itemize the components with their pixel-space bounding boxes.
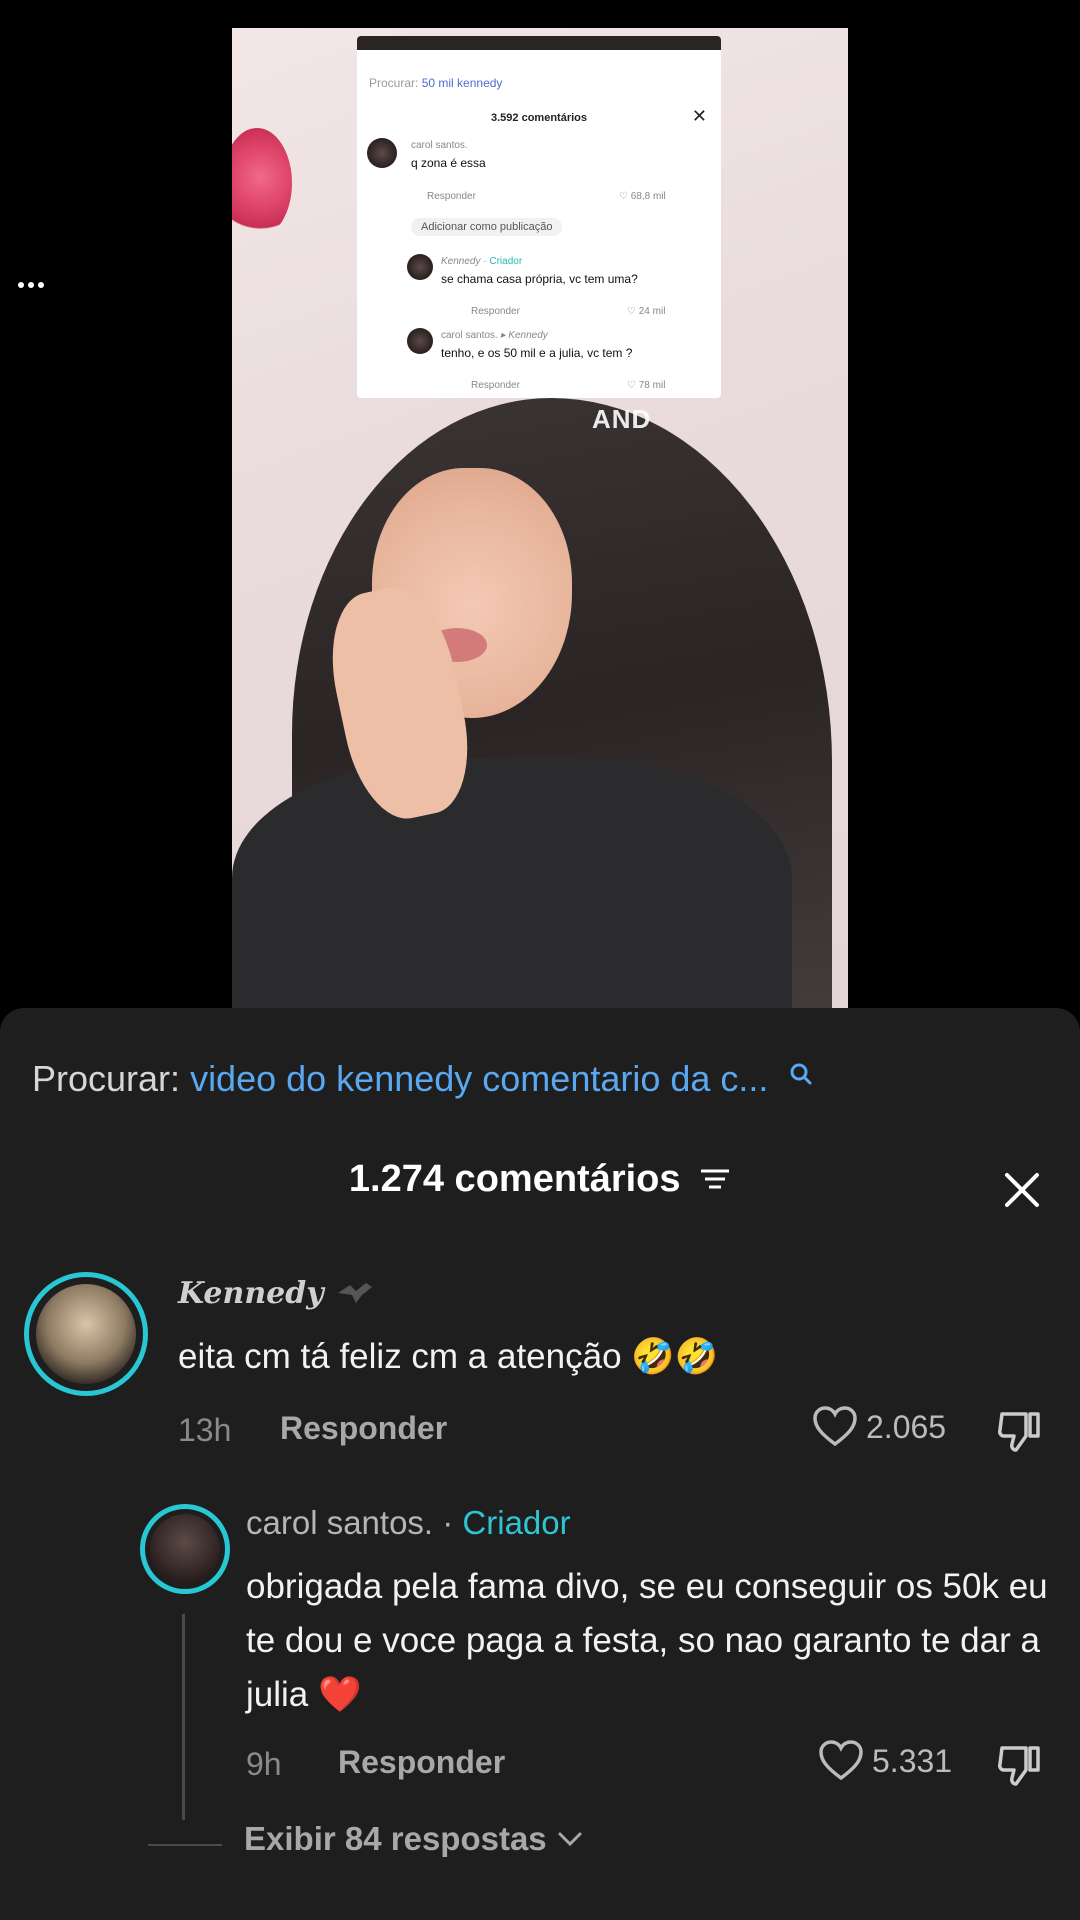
like-count: 5.331 <box>872 1742 953 1779</box>
embedded-comment-screenshot: Procurar: 50 mil kennedy 3.592 comentári… <box>357 36 721 398</box>
thread-line <box>182 1614 185 1820</box>
heart-icon <box>819 1740 863 1781</box>
embedded-avatar <box>407 254 433 280</box>
comment-author[interactable]: carol santos. · Criador <box>246 1504 571 1542</box>
like-button[interactable]: 2.065 <box>812 1406 946 1448</box>
video-player[interactable]: AND Procurar: 50 mil kennedy 3.592 comen… <box>232 28 848 1008</box>
dislike-icon[interactable] <box>996 1744 1042 1793</box>
embedded-topbar <box>357 36 721 50</box>
embedded-reply: Responder <box>427 191 476 202</box>
chevron-down-icon <box>558 1832 582 1847</box>
comments-panel: Procurar: video do kennedy comentario da… <box>0 1008 1080 1920</box>
avatar[interactable] <box>150 1514 220 1584</box>
dislike-icon[interactable] <box>996 1410 1042 1459</box>
heart-icon <box>813 1406 857 1447</box>
embedded-add-publication: Adicionar como publicação <box>411 218 563 236</box>
comment-search-bar[interactable]: Procurar: video do kennedy comentario da… <box>32 1058 814 1100</box>
close-icon[interactable] <box>1002 1170 1042 1210</box>
more-options-icon[interactable] <box>18 282 44 288</box>
embedded-reply: Responder <box>471 306 520 317</box>
search-icon[interactable] <box>788 1054 814 1096</box>
avatar[interactable] <box>36 1284 136 1384</box>
embedded-likes: ♡ 78 mil <box>627 380 666 391</box>
sort-filter-icon[interactable] <box>699 1159 731 1202</box>
embedded-comment-name: Kennedy · Criador <box>441 256 523 267</box>
embedded-search: Procurar: 50 mil kennedy <box>369 76 503 90</box>
flower-decoration <box>232 128 292 238</box>
video-overlay-text: AND <box>592 404 652 434</box>
bird-icon <box>336 1278 374 1313</box>
creator-badge: Criador <box>462 1504 571 1541</box>
embedded-comment-text: se chama casa própria, vc tem uma? <box>441 272 638 286</box>
replies-divider <box>148 1844 222 1846</box>
embedded-title: 3.592 comentários <box>491 112 587 124</box>
comments-count: 1.274 comentários <box>348 1158 681 1200</box>
show-replies-button[interactable]: Exibir 84 respostas <box>244 1820 583 1858</box>
comment-author[interactable]: Kennedy <box>178 1276 374 1313</box>
embedded-close-icon: ✕ <box>691 106 707 126</box>
embedded-comment-text: tenho, e os 50 mil e a julia, vc tem ? <box>441 346 633 360</box>
reply-button[interactable]: Responder <box>280 1410 447 1447</box>
embedded-comment-text: q zona é essa <box>411 156 486 170</box>
like-button[interactable]: 5.331 <box>818 1740 952 1782</box>
comment-time: 9h <box>246 1746 282 1782</box>
video-subject-shirt <box>232 758 792 1008</box>
embedded-likes: ♡ 68,8 mil <box>619 191 666 202</box>
embedded-reply: Responder <box>471 380 520 391</box>
comment-text: eita cm tá feliz cm a atenção 🤣🤣 <box>178 1337 719 1376</box>
embedded-comment-name: carol santos. ▸ Kennedy <box>441 330 548 341</box>
search-label: Procurar: <box>32 1058 181 1099</box>
embedded-likes: ♡ 24 mil <box>627 306 666 317</box>
embedded-comment-name: carol santos. <box>411 140 468 151</box>
comment-text: obrigada pela fama divo, se eu conseguir… <box>246 1567 1048 1714</box>
reply-button[interactable]: Responder <box>338 1744 505 1781</box>
comment-time: 13h <box>178 1412 232 1448</box>
search-query-link[interactable]: video do kennedy comentario da c... <box>190 1058 768 1099</box>
embedded-avatar <box>407 328 433 354</box>
embedded-avatar <box>367 138 397 168</box>
comments-title: 1.274 comentários <box>0 1158 1080 1202</box>
like-count: 2.065 <box>866 1408 947 1445</box>
